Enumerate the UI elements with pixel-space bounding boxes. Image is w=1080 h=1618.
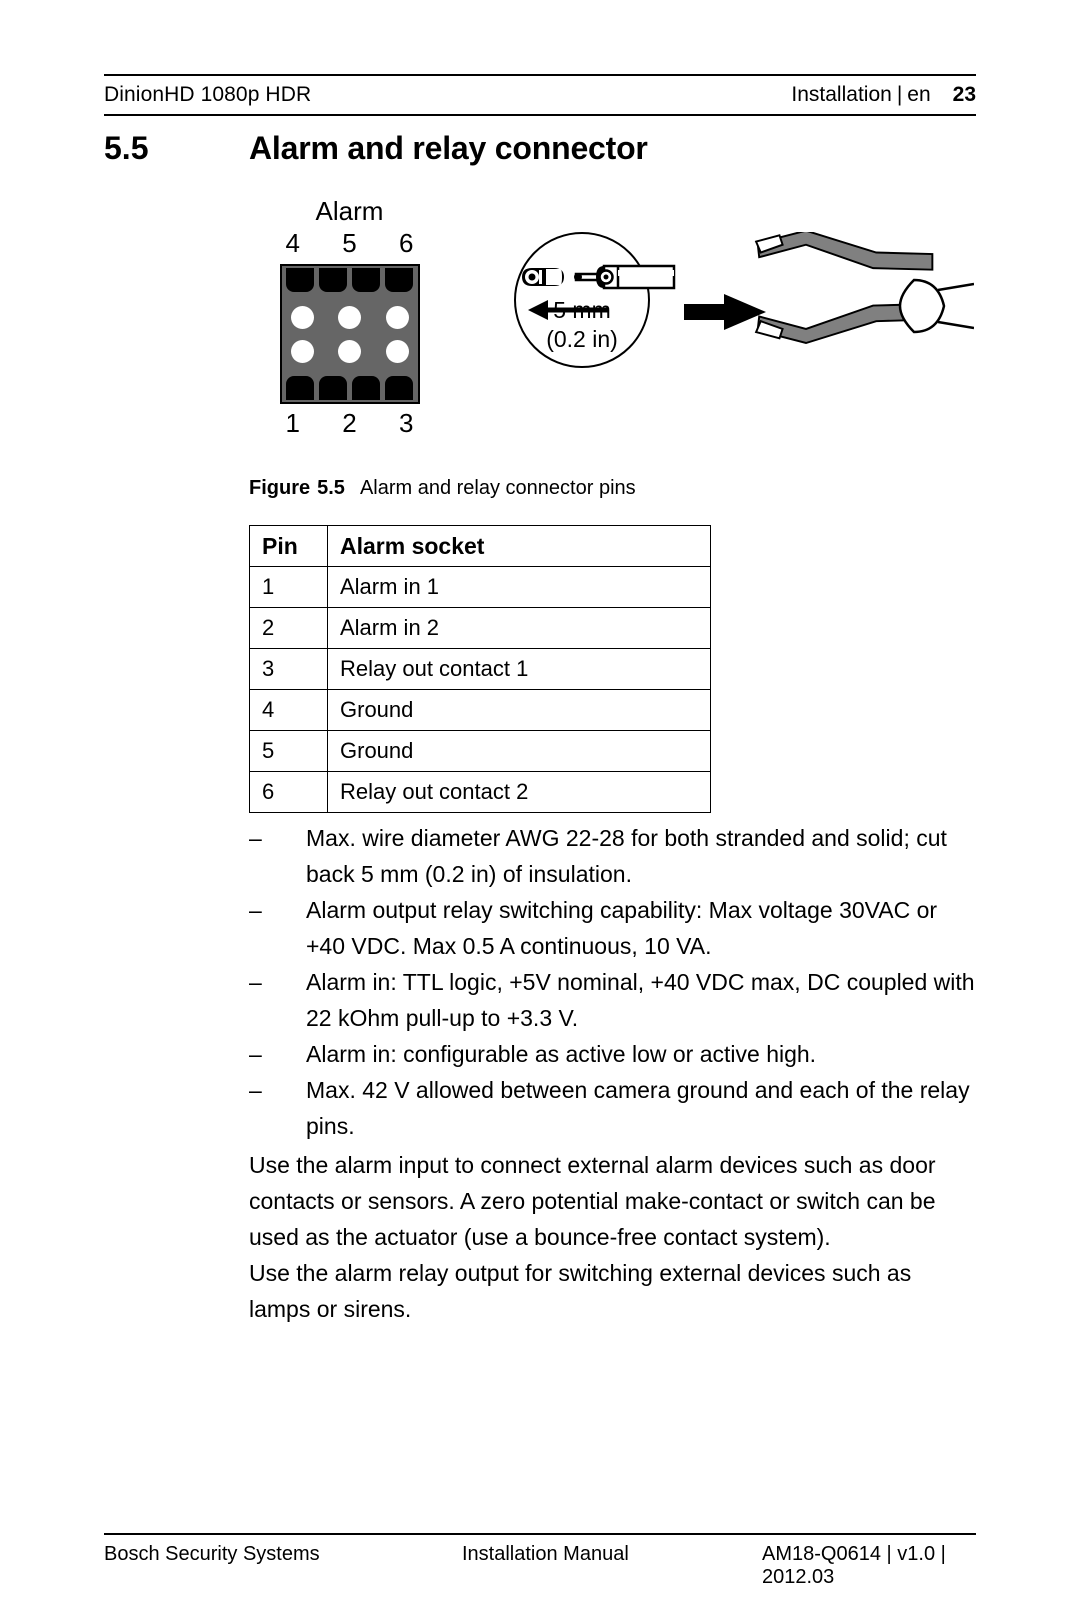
list-item-text: Alarm in: TTL logic, +5V nominal, +40 VD… (306, 969, 975, 1031)
list-item: – Alarm in: configurable as active low o… (249, 1036, 976, 1072)
table-header-row: Pin Alarm socket (249, 525, 711, 567)
connector-diagram: Alarm 4 5 6 1 2 3 (262, 196, 437, 438)
table-cell-function: Relay out contact 2 (327, 771, 711, 813)
wire-stripper-tool-icon (754, 232, 974, 345)
connector-tab (285, 376, 314, 400)
wire-stripping-diagram: 5 mm (0.2 in) (514, 232, 974, 382)
connector-top-tabs (285, 268, 414, 292)
specification-list: – Max. wire diameter AWG 22-28 for both … (249, 820, 976, 1144)
pin-number-4: 4 (285, 228, 300, 258)
table-cell-pin: 6 (249, 771, 328, 813)
bullet-dash-icon: – (249, 825, 262, 851)
connector-hole-5 (338, 305, 361, 329)
bullet-dash-icon: – (249, 1077, 262, 1103)
table-cell-function: Alarm in 2 (327, 607, 711, 649)
connector-hole-4 (290, 305, 314, 329)
connector-hole-3 (385, 339, 409, 363)
connector-tab (352, 376, 381, 400)
document-page: DinionHD 1080p HDR Installation | en 23 5.… (0, 0, 1080, 1618)
header-section-info: Installation | en (791, 83, 930, 107)
table-cell-pin: 5 (249, 730, 328, 772)
table-row: 4 Ground (249, 689, 711, 731)
list-item: – Alarm output relay switching capabilit… (249, 892, 976, 964)
list-item: – Max. wire diameter AWG 22-28 for both … (249, 820, 976, 892)
connector-tab (385, 376, 414, 400)
header-separator: | (896, 83, 903, 106)
connector-hole-row-upper (290, 305, 409, 329)
pin-assignment-table: Pin Alarm socket 1 Alarm in 1 2 Alarm in… (249, 525, 711, 813)
bullet-dash-icon: – (249, 897, 262, 923)
pin-number-3: 3 (399, 408, 414, 438)
table-row: 2 Alarm in 2 (249, 607, 711, 649)
table-cell-function: Alarm in 1 (327, 566, 711, 608)
paragraph-alarm-relay-output: Use the alarm relay output for switching… (249, 1260, 912, 1322)
table-cell-pin: 2 (249, 607, 328, 649)
connector-tab (352, 268, 381, 292)
table-row: 3 Relay out contact 1 (249, 648, 711, 690)
connector-tab (318, 268, 347, 292)
pin-number-6: 6 (399, 228, 414, 258)
header-language: en (907, 83, 931, 106)
paragraph-alarm-input: Use the alarm input to connect external … (249, 1152, 936, 1250)
connector-hole-6 (385, 305, 409, 329)
table-header-alarm-socket: Alarm socket (327, 525, 711, 567)
table-cell-function: Relay out contact 1 (327, 648, 711, 690)
list-item-text: Alarm output relay switching capability:… (306, 897, 938, 959)
bullet-dash-icon: – (249, 969, 262, 995)
connector-hole-row-lower (290, 339, 409, 363)
list-item-text: Max. 42 V allowed between camera ground … (306, 1077, 970, 1139)
figure-caption-label: Figure (249, 477, 311, 499)
list-item-text: Max. wire diameter AWG 22-28 for both st… (306, 825, 947, 887)
insulation-piece-icon (522, 268, 564, 286)
table-row: 6 Relay out contact 2 (249, 771, 711, 813)
table-cell-pin: 1 (249, 566, 328, 608)
pin-number-5: 5 (342, 228, 357, 258)
figure-caption-text: Alarm and relay connector pins (359, 477, 636, 499)
strip-length-mm: 5 mm (553, 297, 611, 323)
figure-illustration: Alarm 4 5 6 1 2 3 5 mm (0.2 in) (104, 196, 976, 464)
pin-number-1: 1 (285, 408, 300, 438)
footer-document-id: AM18-Q0614 | v1.0 | 2012.03 (762, 1543, 946, 1588)
connector-tab (318, 376, 347, 400)
connector-pin-holes (290, 300, 409, 368)
page-number: 23 (952, 83, 976, 106)
connector-title-label: Alarm (315, 196, 384, 226)
table-header-pin: Pin (249, 525, 328, 567)
table-cell-function: Ground (327, 730, 711, 772)
strip-length-in: (0.2 in) (546, 326, 618, 352)
section-heading: Alarm and relay connector (249, 130, 648, 166)
list-item: – Max. 42 V allowed between camera groun… (249, 1072, 976, 1144)
table-cell-pin: 3 (249, 648, 328, 690)
connector-hole-2 (338, 339, 361, 363)
page-footer: Bosch Security Systems Installation Manu… (104, 1533, 976, 1589)
strip-length-label: 5 mm (0.2 in) (514, 296, 650, 354)
figure-caption-number: 5.5 (317, 477, 345, 499)
pin-number-2: 2 (342, 408, 357, 438)
connector-bottom-pin-numbers: 1 2 3 (286, 408, 414, 438)
connector-tab (385, 268, 414, 292)
list-item-text: Alarm in: configurable as active low or … (306, 1041, 817, 1067)
table-cell-pin: 4 (249, 689, 328, 731)
connector-bottom-tabs (285, 376, 414, 400)
footer-company: Bosch Security Systems (104, 1543, 320, 1565)
table-row: 1 Alarm in 1 (249, 566, 711, 608)
table-row: 5 Ground (249, 730, 711, 772)
footer-document-type: Installation Manual (462, 1543, 629, 1565)
connector-tab (285, 268, 314, 292)
section-number: 5.5 (104, 130, 149, 166)
header-section-label: Installation (791, 83, 892, 106)
table-cell-function: Ground (327, 689, 711, 731)
page-header: DinionHD 1080p HDR Installation | en 23 (104, 74, 976, 116)
body-paragraphs: Use the alarm input to connect external … (249, 1147, 976, 1327)
list-item: – Alarm in: TTL logic, +5V nominal, +40 … (249, 964, 976, 1036)
connector-top-pin-numbers: 4 5 6 (286, 228, 414, 258)
page-title: 5.5 Alarm and relay connector (104, 130, 976, 167)
connector-body (279, 264, 420, 404)
bullet-dash-icon: – (249, 1041, 262, 1067)
figure-caption: Figure 5.5 Alarm and relay connector pins (249, 477, 636, 500)
process-arrow-icon (684, 294, 766, 330)
header-product-title: DinionHD 1080p HDR (104, 83, 312, 106)
connector-hole-1 (290, 339, 314, 363)
wire-with-jacket-icon (596, 264, 676, 290)
